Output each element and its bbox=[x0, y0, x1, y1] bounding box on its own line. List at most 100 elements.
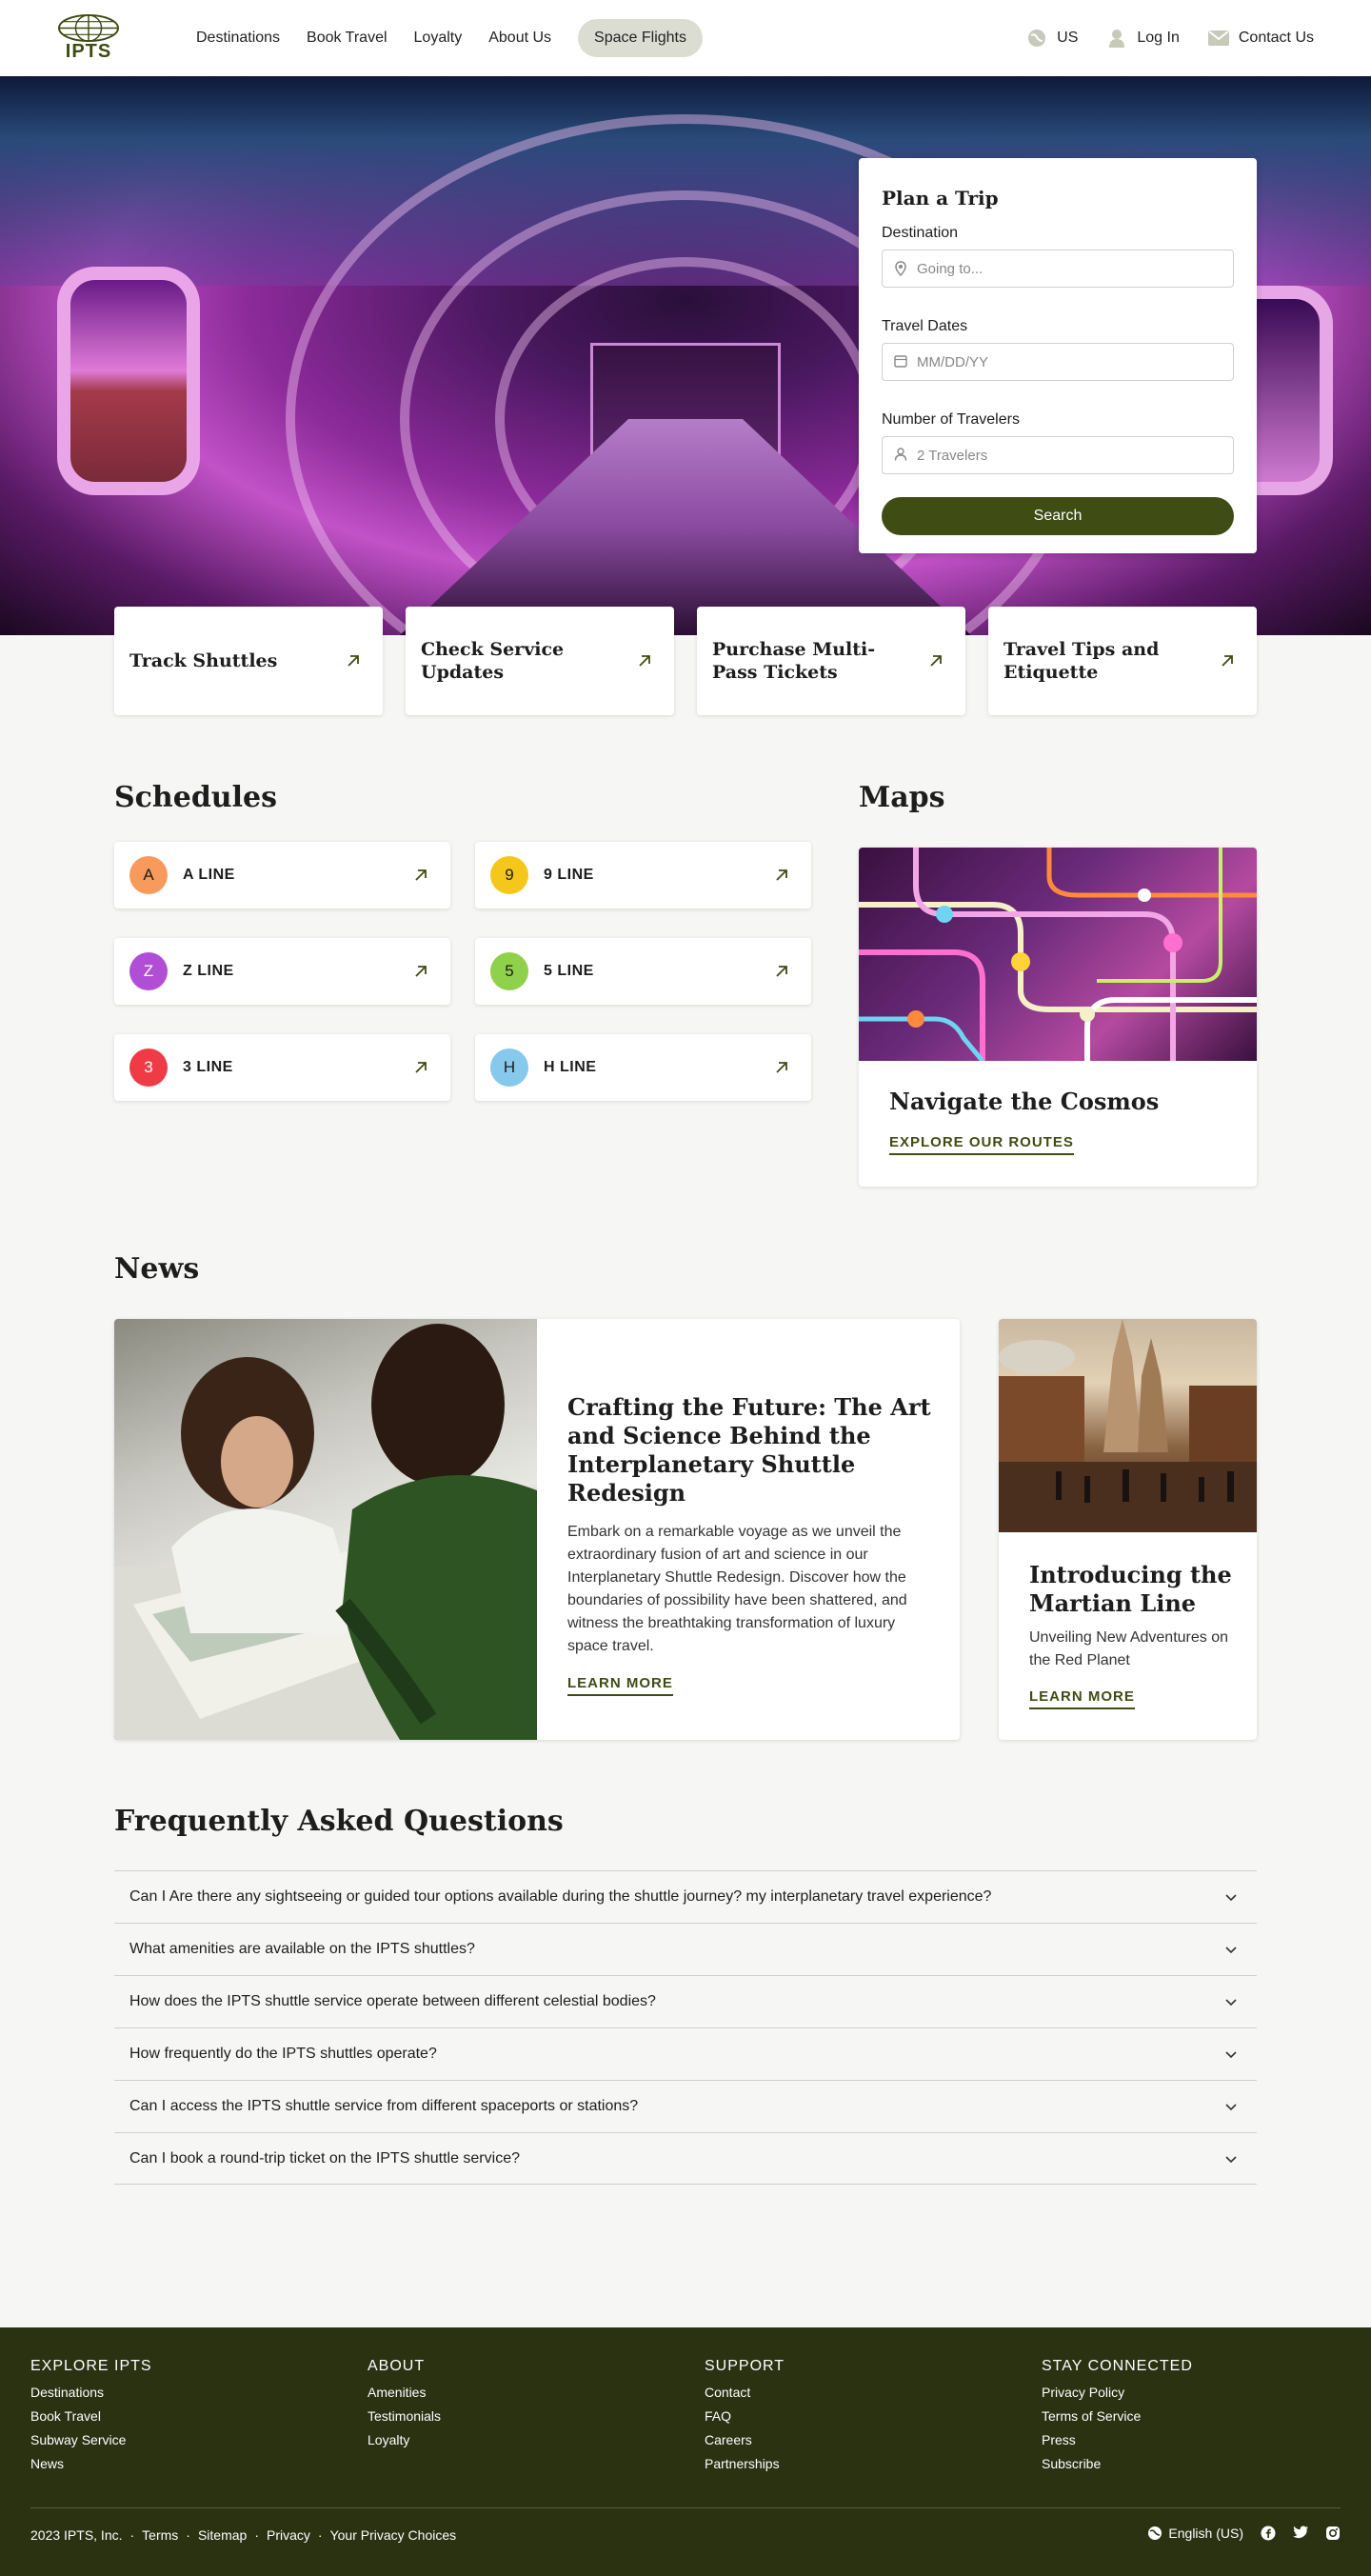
arrow-up-right-icon bbox=[1222, 655, 1233, 667]
faq-item[interactable]: How does the IPTS shuttle service operat… bbox=[114, 1975, 1257, 2027]
chevron-down-icon bbox=[1225, 1999, 1237, 2007]
nav-destinations[interactable]: Destinations bbox=[196, 19, 280, 57]
footer-link[interactable]: Terms of Service bbox=[1042, 2405, 1371, 2428]
legal-link-privacy[interactable]: Privacy bbox=[267, 2527, 310, 2543]
ipts-logo[interactable]: IPTS bbox=[55, 13, 122, 63]
cosmos-map-image bbox=[859, 848, 1257, 1061]
facebook-icon[interactable] bbox=[1261, 2526, 1276, 2541]
footer-right: English (US) bbox=[1147, 2526, 1341, 2541]
line-badge: H bbox=[490, 1048, 528, 1087]
arrow-up-right-icon bbox=[348, 655, 359, 667]
footer-link[interactable]: Privacy Policy bbox=[1042, 2381, 1371, 2405]
line-card-9[interactable]: 9 9 LINE bbox=[475, 842, 811, 909]
search-button[interactable]: Search bbox=[882, 497, 1234, 535]
explore-routes-link[interactable]: EXPLORE OUR ROUTES bbox=[889, 1134, 1074, 1155]
instagram-icon[interactable] bbox=[1325, 2526, 1341, 2541]
legal-link-sitemap[interactable]: Sitemap bbox=[198, 2527, 247, 2543]
language-selector[interactable]: English (US) bbox=[1168, 2526, 1243, 2541]
nav-space-flights[interactable]: Space Flights bbox=[578, 19, 703, 57]
faq-item[interactable]: Can I Are there any sightseeing or guide… bbox=[114, 1870, 1257, 1923]
calendar-icon bbox=[894, 354, 909, 369]
faq-item[interactable]: How frequently do the IPTS shuttles oper… bbox=[114, 2027, 1257, 2080]
news-side-learn-more[interactable]: LEARN MORE bbox=[1029, 1688, 1135, 1709]
footer-link[interactable]: FAQ bbox=[705, 2405, 1042, 2428]
map-card-title: Navigate the Cosmos bbox=[889, 1088, 1160, 1115]
faq-item[interactable]: Can I access the IPTS shuttle service fr… bbox=[114, 2080, 1257, 2132]
footer-link[interactable]: Partnerships bbox=[705, 2452, 1042, 2476]
dates-input[interactable]: MM/DD/YY bbox=[882, 343, 1234, 381]
footer-link[interactable]: Subscribe bbox=[1042, 2452, 1371, 2476]
chevron-down-icon bbox=[1225, 2156, 1237, 2164]
shuttle-redesign-photo bbox=[114, 1319, 537, 1740]
quick-link-track-shuttles[interactable]: Track Shuttles bbox=[114, 607, 383, 715]
footer-link[interactable]: Press bbox=[1042, 2428, 1371, 2452]
line-name: H LINE bbox=[544, 1059, 597, 1075]
faq-list: Can I Are there any sightseeing or guide… bbox=[114, 1870, 1257, 2185]
news-feature-title: Crafting the Future: The Art and Science… bbox=[567, 1393, 931, 1507]
nav-book-travel[interactable]: Book Travel bbox=[307, 19, 387, 57]
footer-divider bbox=[30, 2507, 1341, 2508]
martian-line-photo bbox=[999, 1319, 1257, 1532]
line-name: Z LINE bbox=[183, 963, 234, 979]
nav-loyalty[interactable]: Loyalty bbox=[414, 19, 463, 57]
login-link[interactable]: Log In bbox=[1106, 28, 1180, 49]
line-card-a[interactable]: A A LINE bbox=[114, 842, 450, 909]
site-footer: EXPLORE IPTS Destinations Book Travel Su… bbox=[0, 2327, 1371, 2576]
plan-title: Plan a Trip bbox=[882, 187, 999, 210]
arrow-up-right-icon bbox=[930, 655, 942, 667]
footer-link[interactable]: Book Travel bbox=[30, 2405, 368, 2428]
faq-question: What amenities are available on the IPTS… bbox=[129, 1941, 475, 1957]
globe-icon bbox=[1147, 2526, 1162, 2541]
twitter-icon[interactable] bbox=[1293, 2526, 1308, 2541]
news-side-card[interactable]: Introducing the Martian Line Unveiling N… bbox=[999, 1319, 1257, 1740]
destination-input[interactable]: Going to... bbox=[882, 250, 1234, 288]
footer-link[interactable]: Amenities bbox=[368, 2381, 705, 2405]
quick-link-travel-tips[interactable]: Travel Tips and Etiquette bbox=[988, 607, 1257, 715]
hero-window-left bbox=[57, 267, 200, 495]
region-selector[interactable]: US bbox=[1026, 28, 1078, 49]
quick-link-label: Check Service Updates bbox=[421, 639, 565, 683]
arrow-up-right-icon bbox=[415, 869, 427, 881]
line-card-z[interactable]: Z Z LINE bbox=[114, 938, 450, 1005]
line-card-h[interactable]: H H LINE bbox=[475, 1034, 811, 1101]
footer-link[interactable]: Testimonials bbox=[368, 2405, 705, 2428]
footer-column-title: ABOUT bbox=[368, 2358, 426, 2374]
footer-link[interactable]: Contact bbox=[705, 2381, 1042, 2405]
arrow-up-right-icon bbox=[776, 869, 787, 881]
travelers-label: Number of Travelers bbox=[882, 411, 1020, 428]
news-feature-card[interactable]: Crafting the Future: The Art and Science… bbox=[114, 1319, 960, 1740]
destination-placeholder: Going to... bbox=[917, 260, 984, 277]
legal-link-terms[interactable]: Terms bbox=[142, 2527, 178, 2543]
chevron-down-icon bbox=[1225, 2051, 1237, 2059]
footer-link[interactable]: Careers bbox=[705, 2428, 1042, 2452]
faq-question: Can I access the IPTS shuttle service fr… bbox=[129, 2098, 639, 2114]
dates-placeholder: MM/DD/YY bbox=[917, 353, 988, 370]
contact-link[interactable]: Contact Us bbox=[1207, 28, 1314, 49]
user-icon bbox=[1106, 28, 1127, 49]
legal-link-privacy-choices[interactable]: Your Privacy Choices bbox=[330, 2527, 457, 2543]
faq-question: Can I Are there any sightseeing or guide… bbox=[129, 1888, 992, 1905]
martian-city-illustration bbox=[999, 1319, 1257, 1532]
news-feature-body: Embark on a remarkable voyage as we unve… bbox=[567, 1524, 907, 1654]
envelope-icon bbox=[1207, 28, 1229, 49]
travelers-value: 2 Travelers bbox=[917, 447, 988, 464]
footer-link[interactable]: News bbox=[30, 2452, 368, 2476]
quick-link-multi-pass[interactable]: Purchase Multi-Pass Tickets bbox=[697, 607, 965, 715]
footer-link[interactable]: Loyalty bbox=[368, 2428, 705, 2452]
line-card-3[interactable]: 3 3 LINE bbox=[114, 1034, 450, 1101]
travelers-input[interactable]: 2 Travelers bbox=[882, 436, 1234, 474]
quick-link-service-updates[interactable]: Check Service Updates bbox=[406, 607, 674, 715]
designers-illustration bbox=[114, 1324, 537, 1740]
footer-link[interactable]: Subway Service bbox=[30, 2428, 368, 2452]
site-header: IPTS Destinations Book Travel Loyalty Ab… bbox=[0, 0, 1371, 76]
news-feature-learn-more[interactable]: LEARN MORE bbox=[567, 1675, 673, 1696]
map-card[interactable]: Navigate the Cosmos EXPLORE OUR ROUTES bbox=[859, 848, 1257, 1187]
footer-link[interactable]: Destinations bbox=[30, 2381, 368, 2405]
line-card-5[interactable]: 5 5 LINE bbox=[475, 938, 811, 1005]
nav-about-us[interactable]: About Us bbox=[488, 19, 551, 57]
faq-item[interactable]: What amenities are available on the IPTS… bbox=[114, 1923, 1257, 1975]
footer-column-connected: STAY CONNECTED Privacy Policy Terms of S… bbox=[1042, 2358, 1371, 2476]
globe-icon bbox=[58, 13, 119, 43]
faq-item[interactable]: Can I book a round-trip ticket on the IP… bbox=[114, 2132, 1257, 2185]
line-name: 3 LINE bbox=[183, 1059, 233, 1075]
